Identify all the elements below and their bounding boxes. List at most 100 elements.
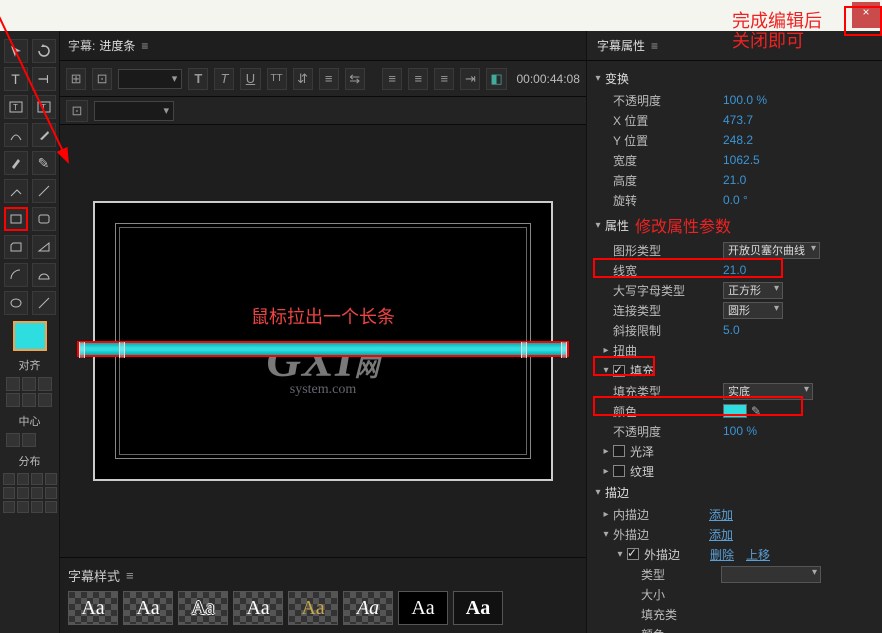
group-attributes[interactable]: ▾属性修改属性参数 [591,210,874,240]
kerning-icon[interactable]: ⇵ [293,68,313,90]
distribute-btn[interactable] [17,487,29,499]
stroke-moveup[interactable]: 上移 [746,546,770,563]
add-point-tool-icon[interactable] [4,179,28,203]
align-left-icon[interactable]: ≡ [382,68,402,90]
align-btn[interactable] [38,377,52,391]
height-value[interactable]: 21.0 [723,173,746,187]
style-swatch[interactable]: Aa [123,591,173,625]
style-swatch[interactable]: Aa [453,591,503,625]
props-menu-icon[interactable]: ≡ [651,39,658,53]
ellipse-tool-icon[interactable] [4,291,28,315]
distribute-btn[interactable] [3,473,15,485]
vertical-type-tool-icon[interactable]: T [32,67,56,91]
path-tool-icon[interactable] [4,123,28,147]
template2-icon[interactable]: ⊡ [92,68,112,90]
line-width-value[interactable]: 21.0 [723,263,746,277]
distribute-btn[interactable] [31,501,43,513]
template-icon[interactable]: ⊞ [66,68,86,90]
distribute-btn[interactable] [17,473,29,485]
rotation-value[interactable]: 0.0 ° [723,193,748,207]
miter-value[interactable]: 5.0 [723,323,740,337]
texture-checkbox[interactable] [613,465,625,477]
arc-tool-icon[interactable] [4,263,28,287]
style-swatch[interactable]: Aa [288,591,338,625]
align-btn[interactable] [22,393,36,407]
selection-tool-icon[interactable] [4,39,28,63]
align-btn[interactable] [6,377,20,391]
style-swatch[interactable]: Aa [68,591,118,625]
distribute-btn[interactable] [31,473,43,485]
half-circle-tool-icon[interactable] [32,263,56,287]
stroke-type-select[interactable] [721,566,821,583]
distribute-btn[interactable] [45,501,57,513]
style-swatch[interactable]: Aa [233,591,283,625]
width-value[interactable]: 1062.5 [723,153,760,167]
distribute-btn[interactable] [31,487,43,499]
rotate-tool-icon[interactable] [32,39,56,63]
close-button[interactable]: × [852,2,880,28]
outer-stroke-add[interactable]: 添加 [709,526,733,543]
tab-icon[interactable]: ⇥ [460,68,480,90]
path-type-tool-icon[interactable]: T [32,95,56,119]
area-type-tool-icon[interactable]: T [4,95,28,119]
font-select[interactable]: ▾ [118,69,182,89]
group-transform[interactable]: ▾变换 [591,67,874,90]
shape-type-select[interactable]: 开放贝塞尔曲线 [723,242,820,259]
italic-icon[interactable]: T [214,68,234,90]
align-center-icon[interactable]: ≡ [408,68,428,90]
fill-color-value[interactable] [723,404,747,418]
align-btn[interactable] [22,377,36,391]
sheen-checkbox[interactable] [613,445,625,457]
distort-label[interactable]: 扭曲 [613,342,723,359]
center-btn[interactable] [6,433,20,447]
styles-menu-icon[interactable]: ≡ [126,568,134,583]
x-value[interactable]: 473.7 [723,113,753,127]
align-right-icon[interactable]: ≡ [434,68,454,90]
rounded-rect-tool-icon[interactable] [32,207,56,231]
type-tool-icon[interactable]: T [4,67,28,91]
style-swatch[interactable]: Aa [178,591,228,625]
distribute-btn[interactable] [45,473,57,485]
eyedropper-icon[interactable]: ✎ [751,404,765,418]
size-icon[interactable]: TT [267,68,287,90]
leading-icon[interactable]: ≡ [319,68,339,90]
center-btn[interactable] [22,433,36,447]
video-toggle-icon[interactable]: ◧ [486,68,506,90]
view-select[interactable]: ▾ [94,101,174,121]
caps-select[interactable]: 正方形 [723,282,783,299]
fill-checkbox[interactable] [613,365,625,377]
panel-menu-icon[interactable]: ≡ [141,39,148,53]
distribute-btn[interactable] [17,501,29,513]
distribute-btn[interactable] [3,501,15,513]
fill-type-select[interactable]: 实底 [723,383,813,400]
pencil-tool-icon[interactable]: ✎ [32,151,56,175]
wedge-tool-icon[interactable] [32,235,56,259]
join-select[interactable]: 圆形 [723,302,783,319]
underline-icon[interactable]: U [240,68,260,90]
distribute-btn[interactable] [3,487,15,499]
stroke-delete[interactable]: 删除 [710,546,734,563]
progress-bar-shape[interactable] [77,341,569,357]
pen-tool-icon[interactable] [32,123,56,147]
fill-color-swatch[interactable] [13,321,47,351]
line-tool-icon[interactable] [32,291,56,315]
clipped-rect-tool-icon[interactable] [4,235,28,259]
style-swatch[interactable]: Aa [398,591,448,625]
align-btn[interactable] [38,393,52,407]
style-swatch[interactable]: Aa [343,591,393,625]
view-icon[interactable]: ⊡ [66,100,88,122]
tracking-icon[interactable]: ⇆ [345,68,365,90]
rectangle-tool-icon[interactable] [4,207,28,231]
y-value[interactable]: 248.2 [723,133,753,147]
fill-opacity-value[interactable]: 100 % [723,424,757,438]
brush-tool-icon[interactable] [4,151,28,175]
opacity-value[interactable]: 100.0 % [723,93,767,107]
convert-point-tool-icon[interactable] [32,179,56,203]
group-stroke[interactable]: ▾描边 [591,481,874,504]
outer-stroke-item-checkbox[interactable] [627,548,639,560]
timecode-value[interactable]: 00:00:44:08 [517,72,580,86]
align-btn[interactable] [6,393,20,407]
distribute-btn[interactable] [45,487,57,499]
bold-icon[interactable]: T [188,68,208,90]
title-canvas[interactable]: 鼠标拉出一个长条 GXI网 system.com [93,201,553,481]
